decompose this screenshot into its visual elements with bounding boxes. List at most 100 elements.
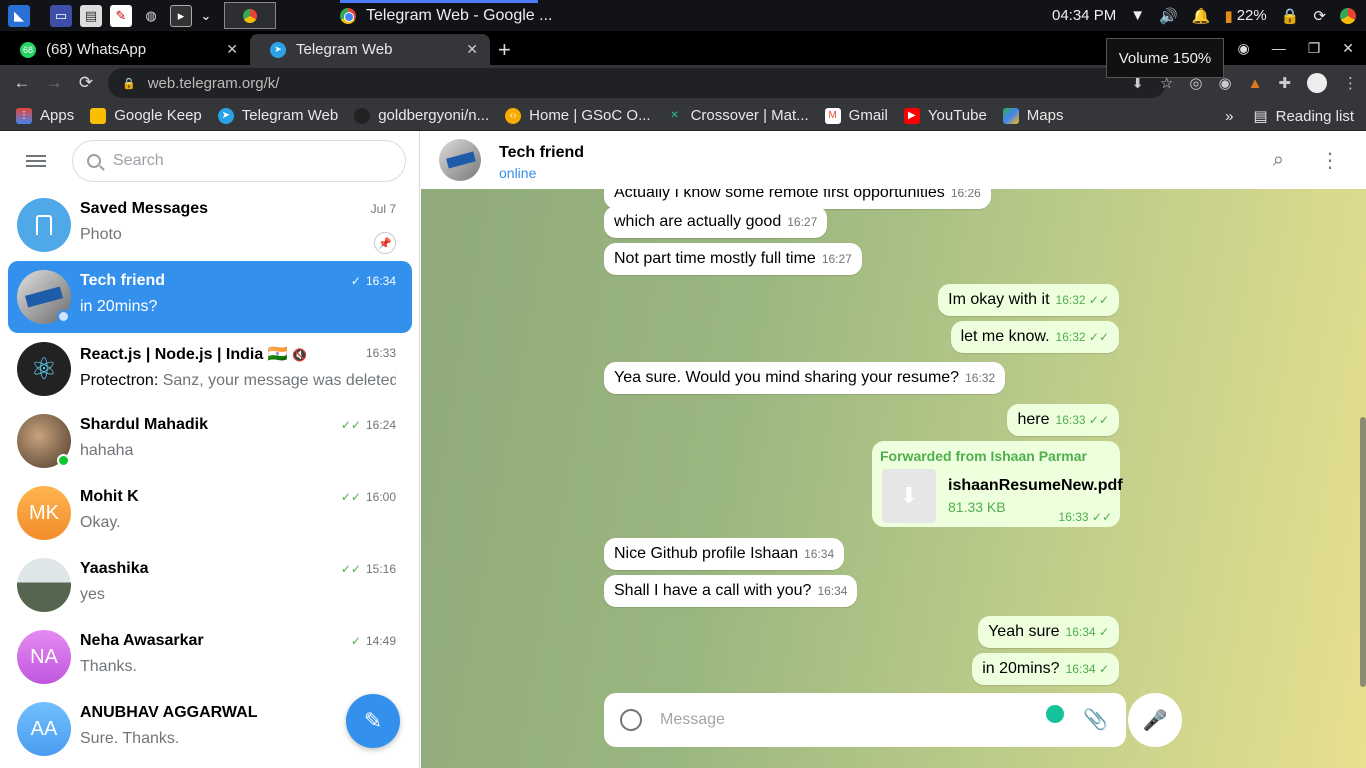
system-tray: 04:34 PM ▼ 🔊 🔔 ▮ 22% 🔒 ⟳: [1052, 0, 1366, 31]
refresh-icon[interactable]: ⟳: [1313, 7, 1326, 25]
address-bar[interactable]: 🔒 web.telegram.org/k/: [108, 68, 1166, 98]
voice-record-button[interactable]: 🎤: [1128, 693, 1182, 747]
maximize-button[interactable]: ❐: [1308, 40, 1321, 57]
globe-icon[interactable]: ◍: [140, 5, 162, 27]
message-text: Shall I have a call with you?: [614, 582, 812, 599]
lock-icon[interactable]: 🔒: [122, 77, 136, 90]
chat-item-saved-messages[interactable]: Saved Messages Photo Jul 7 📌: [8, 189, 412, 261]
message-text: here: [1017, 411, 1050, 428]
bell-icon[interactable]: 🔔: [1192, 7, 1211, 25]
close-icon[interactable]: ✕: [466, 41, 478, 58]
bookmark-telegram[interactable]: ➤ Telegram Web: [217, 107, 338, 124]
chrome-window-button[interactable]: [224, 2, 276, 29]
bookmark-gmail[interactable]: M Gmail: [824, 107, 888, 124]
conversation-avatar[interactable]: [439, 139, 481, 181]
paperclip-icon[interactable]: 📎: [1083, 707, 1108, 732]
messages-scrollbar[interactable]: [1360, 417, 1366, 687]
maps-icon: [1002, 107, 1019, 124]
forward-button[interactable]: →: [38, 73, 70, 93]
chat-item-mohit-k[interactable]: MK Mohit K Okay. ✓✓ 16:00: [8, 477, 412, 549]
os-taskbar: ◣ ▭ ▤ ✎ ◍ ▸ ⌄ Telegram Web - Google ... …: [0, 0, 1366, 31]
conversation-header[interactable]: Tech friend online ⌕ ⋮: [421, 131, 1366, 189]
more-bookmarks-icon[interactable]: »: [1225, 108, 1233, 125]
conversation-pane: Tech friend online ⌕ ⋮ Actually I know s…: [421, 131, 1366, 768]
window-controls: ◉ — ❐ ✕: [1237, 31, 1366, 65]
bookmark-youtube[interactable]: ▶ YouTube: [903, 107, 987, 124]
hamburger-menu-icon[interactable]: [0, 152, 72, 170]
bookmark-label: Maps: [1026, 107, 1064, 124]
bookmark-gsoc[interactable]: ‹› Home | GSoC O...: [505, 107, 651, 124]
emoji-icon[interactable]: [620, 709, 642, 731]
profile-avatar[interactable]: [1307, 73, 1327, 93]
chat-time-text: 15:16: [365, 562, 396, 576]
lock-icon[interactable]: 🔒: [1281, 7, 1300, 25]
chat-preview: Photo: [80, 226, 122, 243]
tab-telegram[interactable]: ➤ Telegram Web ✕: [250, 34, 490, 65]
avatar: [17, 414, 71, 468]
terminal-icon[interactable]: ▸: [170, 4, 192, 27]
sidebar-header: Search: [0, 131, 419, 191]
chat-preview: Thanks.: [80, 658, 137, 675]
file-manager-icon[interactable]: ▤: [80, 4, 102, 27]
launcher-icon[interactable]: ◣: [8, 4, 30, 27]
message-text: Not part time mostly full time: [614, 250, 816, 267]
more-vert-icon[interactable]: ⋮: [1343, 74, 1358, 92]
chat-item-yaashika[interactable]: Yaashika yes ✓✓ 15:16: [8, 549, 412, 621]
compose-button[interactable]: ✎: [346, 694, 400, 748]
chat-preview: hahaha: [80, 442, 134, 459]
forwarded-document-message[interactable]: Forwarded from Ishaan Parmar ⬇ ishaanRes…: [872, 441, 1123, 527]
document-thumbnail[interactable]: ⬇: [882, 469, 936, 523]
bookmark-crossover[interactable]: ✕ Crossover | Mat...: [667, 107, 808, 124]
close-window-button[interactable]: ✕: [1342, 40, 1354, 57]
message-input[interactable]: Message 📎: [604, 693, 1126, 747]
search-input[interactable]: Search: [72, 140, 406, 182]
document-icon[interactable]: ✎: [110, 4, 132, 27]
volume-icon[interactable]: 🔊: [1159, 7, 1178, 25]
bookmark-maps[interactable]: Maps: [1002, 107, 1064, 124]
message-time-text: 16:32: [1055, 293, 1086, 307]
check-icon: ✓: [350, 274, 361, 288]
more-vert-icon[interactable]: ⋮: [1320, 148, 1340, 173]
chat-name-text: React.js | Node.js | India 🇮🇳: [80, 346, 288, 363]
bookmark-google-keep[interactable]: Google Keep: [90, 107, 202, 124]
puzzle-icon[interactable]: ✚: [1278, 74, 1291, 92]
chat-time: Jul 7: [370, 202, 396, 216]
desktop-icon[interactable]: ▭: [50, 4, 72, 27]
download-icon: ⬇: [899, 483, 919, 508]
chat-item-shardul-mahadik[interactable]: Shardul Mahadik hahaha ✓✓ 16:24: [8, 405, 412, 477]
minimize-button[interactable]: —: [1272, 40, 1286, 56]
active-window-title[interactable]: Telegram Web - Google ...: [340, 0, 552, 31]
reading-list-label: Reading list: [1275, 107, 1354, 125]
chat-time: ✓✓ 16:00: [341, 490, 396, 504]
back-button[interactable]: ←: [6, 73, 38, 93]
grammarly-icon[interactable]: [1046, 705, 1064, 723]
reading-list-button[interactable]: ▤ Reading list: [1253, 107, 1354, 126]
new-tab-button[interactable]: +: [498, 37, 511, 63]
metamask-icon[interactable]: ▲: [1248, 75, 1263, 92]
reload-button[interactable]: ⟳: [70, 73, 102, 93]
chrome-icon[interactable]: [1340, 7, 1356, 24]
tab-search-icon[interactable]: ◉: [1237, 40, 1249, 57]
message-text: Yea sure. Would you mind sharing your re…: [614, 369, 960, 386]
chat-item-react-node-india[interactable]: ⚛ React.js | Node.js | India 🇮🇳 🔇 Protec…: [8, 333, 412, 405]
bookmark-apps[interactable]: ⋮ Apps: [16, 107, 74, 124]
wifi-icon[interactable]: ▼: [1130, 7, 1145, 24]
chat-item-tech-friend[interactable]: Tech friend in 20mins? ✓ 16:34: [8, 261, 412, 333]
battery-icon[interactable]: ▮: [1224, 7, 1232, 25]
search-icon[interactable]: ⌕: [1273, 149, 1284, 172]
chat-name: Neha Awasarkar: [80, 632, 204, 649]
close-icon[interactable]: ✕: [226, 41, 238, 58]
bookmark-github[interactable]: goldbergyoni/n...: [354, 107, 489, 124]
online-indicator: [57, 310, 70, 323]
chevron-down-icon[interactable]: ⌄: [200, 5, 212, 27]
clock[interactable]: 04:34 PM: [1052, 7, 1116, 24]
document-filename: ishaanResumeNew.pdf: [948, 477, 1123, 494]
message-time: 16:34 ✓: [1066, 662, 1109, 676]
forwarded-from-label[interactable]: Forwarded from Ishaan Parmar: [880, 448, 1087, 464]
chat-item-neha-awasarkar[interactable]: NA Neha Awasarkar Thanks. ✓ 14:49: [8, 621, 412, 693]
message-time: 16:27: [787, 215, 818, 229]
message-text: Im okay with it: [948, 291, 1050, 308]
tab-whatsapp[interactable]: 68 (68) WhatsApp ✕: [0, 34, 250, 65]
conversation-title[interactable]: Tech friend: [499, 144, 584, 162]
double-check-icon: ✓✓: [1091, 510, 1112, 524]
